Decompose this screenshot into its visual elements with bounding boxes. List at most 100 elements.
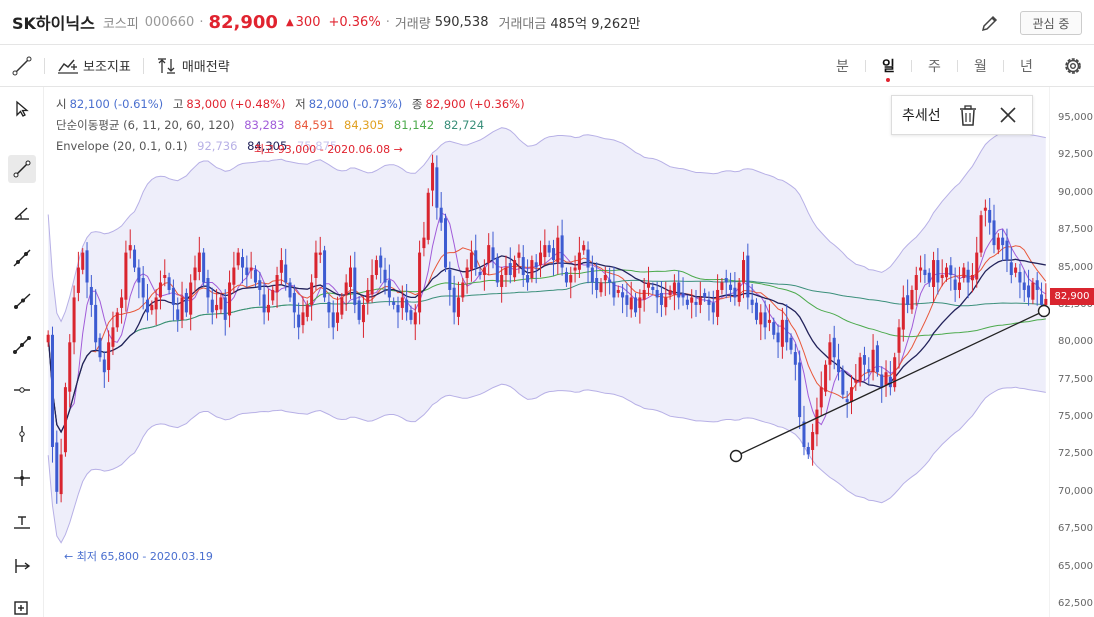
favorite-button[interactable]: 관심 중 <box>1020 11 1082 35</box>
ray-line-icon <box>14 293 31 309</box>
candle-body <box>474 250 478 268</box>
indicator-button[interactable]: 보조지표 <box>57 56 131 75</box>
candle-body <box>603 275 607 281</box>
trash-icon[interactable] <box>959 105 977 127</box>
close-icon[interactable] <box>998 105 1018 125</box>
price-axis-tick: 87,500 <box>1058 224 1093 236</box>
candle-body <box>245 267 249 276</box>
candle-body <box>949 265 953 276</box>
crosshair-icon <box>14 470 30 486</box>
cursor-tool[interactable] <box>8 95 36 123</box>
candle-body <box>854 379 858 383</box>
extended-line-tool[interactable] <box>8 244 36 272</box>
candle-body <box>197 252 201 273</box>
candle-body <box>413 312 417 325</box>
candle-body <box>802 421 806 447</box>
candle-body <box>737 282 741 302</box>
candlestick-chart[interactable] <box>44 87 1050 617</box>
price-axis-tick: 67,500 <box>1058 523 1093 535</box>
gear-icon[interactable] <box>1062 55 1084 77</box>
candle-body <box>526 275 530 283</box>
candle-body <box>521 257 525 276</box>
candle-body <box>625 295 629 305</box>
tab-year[interactable]: 년 <box>1004 56 1049 76</box>
candle-body <box>634 297 638 313</box>
candle-body <box>465 267 469 279</box>
candle-body <box>400 297 404 308</box>
candle-body <box>1044 298 1048 305</box>
candle-body <box>305 304 309 317</box>
horizontal-line-tool[interactable] <box>8 376 36 404</box>
candle-body <box>789 337 793 350</box>
multi-point-line-tool[interactable] <box>8 331 36 359</box>
candle-body <box>115 312 119 328</box>
candle-body <box>927 272 931 283</box>
candle-body <box>910 289 914 310</box>
candle-body <box>46 334 50 343</box>
candle-body <box>1022 282 1026 290</box>
separator-dot: · <box>385 14 390 30</box>
trendline-icon <box>13 160 31 178</box>
drawing-line-icon[interactable] <box>12 56 32 76</box>
ma-value-6: 83,283 <box>244 118 285 132</box>
candle-body <box>936 260 940 283</box>
candle-body <box>763 312 767 328</box>
candle-body <box>659 292 663 305</box>
price-axis-tick: 70,000 <box>1058 485 1093 497</box>
ray-line-tool[interactable] <box>8 287 36 315</box>
tab-minute[interactable]: 분 <box>820 56 865 76</box>
tab-week[interactable]: 주 <box>912 56 957 76</box>
candle-body <box>50 334 54 447</box>
candle-body <box>966 269 970 283</box>
indicator-label: 보조지표 <box>83 60 131 75</box>
candle-body <box>556 237 560 263</box>
candle-body <box>426 192 430 240</box>
strategy-button[interactable]: 매매전략 <box>156 56 230 75</box>
ohlc-row: 시 82,100 (-0.61%) 고 83,000 (+0.48%) 저 82,00… <box>56 94 531 115</box>
tab-month[interactable]: 월 <box>958 56 1003 76</box>
crosshair-line-tool[interactable] <box>8 464 36 492</box>
candle-body <box>1001 237 1005 246</box>
angle-line-tool[interactable] <box>8 199 36 227</box>
trendline-end-handle[interactable] <box>1037 304 1050 318</box>
pencil-icon[interactable] <box>980 13 1000 33</box>
candle-body <box>1009 262 1013 276</box>
candle-body <box>798 362 802 418</box>
candle-body <box>1005 240 1009 261</box>
candle-body <box>677 282 681 298</box>
low-value: 82,000 (-0.73%) <box>308 97 403 111</box>
candle-body <box>1014 267 1018 273</box>
candle-body <box>992 220 996 246</box>
measure-tool[interactable] <box>8 552 36 580</box>
candle-body <box>72 297 76 343</box>
trendline-start-handle[interactable] <box>729 449 743 463</box>
candle-body <box>655 289 659 298</box>
text-line-tool[interactable] <box>8 508 36 536</box>
candle-body <box>599 282 603 293</box>
open-value: 82,100 (-0.61%) <box>69 97 164 111</box>
close-value: 82,900 (+0.36%) <box>425 97 525 111</box>
candle-body <box>310 282 314 305</box>
candle-body <box>344 282 348 296</box>
candle-body <box>171 287 175 305</box>
candle-body <box>469 252 473 270</box>
vertical-line-tool[interactable] <box>8 420 36 448</box>
candle-body <box>884 372 888 385</box>
candle-body <box>629 297 633 310</box>
candle-body <box>711 302 715 313</box>
candle-body <box>396 304 400 313</box>
add-drawing-tool[interactable] <box>8 593 36 617</box>
candle-body <box>154 297 158 310</box>
tab-day[interactable]: 일 <box>866 56 911 82</box>
price-axis-tick: 95,000 <box>1058 112 1093 123</box>
trendline-tool[interactable] <box>8 155 36 183</box>
candle-body <box>785 319 789 343</box>
candle-body <box>1027 285 1031 298</box>
candle-body <box>720 282 724 290</box>
envelope-label: Envelope (20, 0.1, 0.1) <box>56 139 188 153</box>
toolbar-separator <box>44 57 45 74</box>
candle-body <box>137 267 141 283</box>
candle-body <box>668 289 672 296</box>
volume-label: 거래량 <box>394 16 431 32</box>
chart-app: SK하이닉스 코스피 000660 · 82,900 ▲ 300 +0.36% … <box>0 0 1094 617</box>
